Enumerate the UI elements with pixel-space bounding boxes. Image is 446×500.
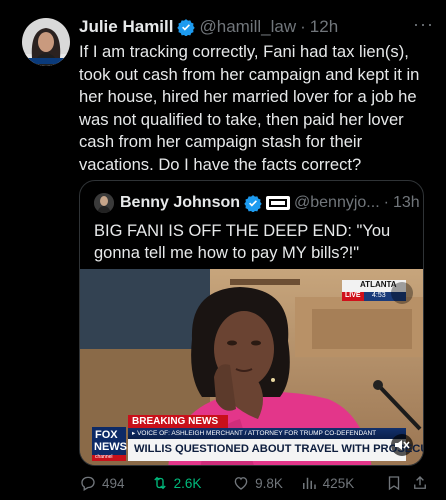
- reply-button[interactable]: 494: [79, 474, 151, 492]
- quoted-tweet-header: Benny Johnson @bennyjo... · 13h: [94, 193, 420, 213]
- like-count: 9.8K: [255, 475, 283, 491]
- tweet-text: If I am tracking correctly, Fani had tax…: [79, 42, 420, 174]
- reply-icon: [81, 476, 95, 491]
- quoted-author-name: Benny Johnson: [120, 194, 241, 211]
- quoted-timestamp: 13h: [392, 194, 420, 211]
- affiliate-badge-icon: [266, 196, 291, 210]
- reply-count: 494: [102, 475, 125, 491]
- share-button[interactable]: [411, 474, 434, 492]
- tweet-timestamp[interactable]: 12h: [310, 17, 338, 37]
- header-separator: ·: [300, 17, 306, 36]
- broadcast-clock: 4:53: [372, 292, 386, 299]
- quoted-tweet-text: BIG FANI IS OFF THE DEEP END: "You gonna…: [94, 222, 391, 262]
- network-logo-mid: NEWS: [94, 441, 127, 453]
- bookmark-button[interactable]: [385, 474, 411, 492]
- bookmark-icon: [388, 476, 400, 491]
- quoted-verified-badge-icon: [244, 195, 262, 212]
- video-player[interactable]: ATLANTA LIVE 4:53 BREAKING NEWS ▸ VOICE …: [80, 269, 424, 465]
- like-button[interactable]: 9.8K: [232, 474, 300, 492]
- quoted-tweet-card[interactable]: Benny Johnson @bennyjo... · 13h BIG FANI…: [79, 180, 424, 466]
- mute-icon[interactable]: [394, 438, 410, 452]
- quoted-author-avatar: [94, 193, 114, 213]
- quoted-author-handle: @bennyjo...: [294, 194, 380, 211]
- news-headline: WILLIS QUESTIONED ABOUT TRAVEL WITH PROS…: [134, 443, 424, 455]
- author-name[interactable]: Julie Hamill: [79, 17, 173, 37]
- tweet-header: Julie Hamill @hamill_law · 12h: [79, 15, 338, 39]
- network-logo-bottom: channel: [95, 454, 113, 460]
- views-button[interactable]: 425K: [300, 474, 385, 492]
- author-handle[interactable]: @hamill_law: [199, 17, 296, 37]
- tweet-actions-bar: 494 2.6K 9.8K 425K: [79, 472, 434, 494]
- location-tag: ATLANTA: [360, 280, 397, 289]
- heart-icon: [234, 477, 248, 490]
- repost-icon: [153, 476, 166, 490]
- repost-count: 2.6K: [173, 475, 202, 491]
- analytics-icon: [302, 477, 316, 489]
- quoted-header-separator: ·: [383, 194, 389, 211]
- breaking-news-label: BREAKING NEWS: [132, 416, 219, 427]
- network-logo-top: FOX: [95, 429, 118, 441]
- author-avatar[interactable]: [22, 18, 70, 66]
- repost-button[interactable]: 2.6K: [151, 474, 233, 492]
- views-count: 425K: [322, 475, 355, 491]
- share-icon: [414, 476, 426, 489]
- live-tag: LIVE: [345, 292, 361, 299]
- news-ticker: ▸ VOICE OF: ASHLEIGH MERCHANT / ATTORNEY…: [132, 430, 377, 437]
- verified-badge-icon: [177, 19, 196, 36]
- more-options-icon[interactable]: ···: [413, 14, 434, 35]
